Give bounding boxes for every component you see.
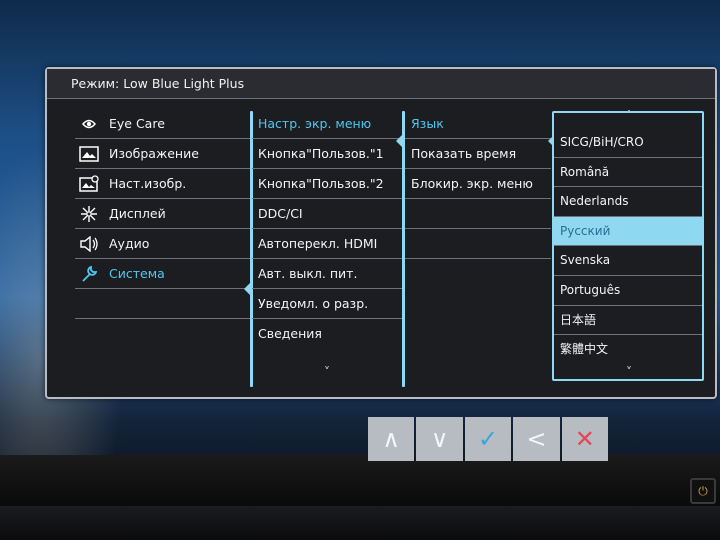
submenu-item-resolution-notice[interactable]: Уведомл. о разр. [252, 289, 402, 319]
menu-item-label: Eye Care [109, 116, 165, 131]
language-label: Português [560, 282, 621, 297]
osd-menu: Режим: Low Blue Light Plus Eye Care Изоб… [45, 67, 717, 399]
submenu-item-label: Уведомл. о разр. [258, 296, 369, 311]
option-label: Показать время [411, 146, 517, 161]
language-option[interactable]: Svenska [554, 246, 702, 276]
language-label: 繁體中文 [560, 342, 609, 357]
submenu-item-label: Сведения [258, 326, 322, 341]
osd-control-buttons: ∧ ∨ ✓ < ✕ [368, 417, 609, 461]
language-label: Nederlands [560, 194, 629, 209]
submenu-item-label: Автоперекл. HDMI [258, 236, 378, 251]
language-option[interactable]: Português [554, 276, 702, 306]
language-label: Русский [560, 223, 611, 238]
close-icon: ✕ [574, 425, 595, 453]
power-button-icon[interactable]: ⏻ [690, 478, 716, 504]
language-label: 日本語 [560, 312, 597, 327]
language-option[interactable]: SICG/BiH/CRO [554, 128, 702, 158]
mode-label: Режим: [71, 76, 120, 91]
submenu-item-auto-power-off[interactable]: Авт. выкл. пит. [252, 259, 402, 289]
up-button[interactable]: ∧ [368, 417, 415, 461]
menu-item-picture[interactable]: Изображение [75, 139, 253, 169]
language-label: Română [560, 164, 610, 179]
check-icon: ✓ [477, 425, 499, 453]
option-language[interactable]: Язык [405, 109, 551, 139]
option-empty [405, 229, 551, 259]
option-display-time[interactable]: Показать время [405, 139, 551, 169]
picture-advanced-icon [79, 174, 99, 194]
language-label: SICG/BiH/CRO [560, 135, 644, 149]
picture-icon [79, 144, 99, 164]
submenu-item-label: Кнопка"Пользов."1 [258, 146, 384, 161]
language-label: Svenska [560, 253, 611, 268]
option-label: Язык [411, 116, 444, 131]
monitor-base-strip [0, 506, 720, 540]
option-label: Блокир. экр. меню [411, 176, 533, 191]
menu-item-display[interactable]: Дисплей [75, 199, 253, 229]
submenu-item-ddc-ci[interactable]: DDC/CI [252, 199, 402, 229]
osd-settings-submenu: Язык Показать время Блокир. экр. меню [405, 109, 551, 381]
confirm-button[interactable]: ✓ [464, 417, 512, 461]
submenu-item-custom-key-2[interactable]: Кнопка"Пользов."2 [252, 169, 402, 199]
scroll-down-icon[interactable]: ˅ [317, 365, 337, 379]
language-option[interactable]: Nederlands [554, 187, 702, 217]
selection-pointer [396, 135, 402, 147]
submenu-item-auto-hdmi[interactable]: Автоперекл. HDMI [252, 229, 402, 259]
chevron-left-icon: < [526, 425, 547, 453]
menu-item-system[interactable]: Система [75, 259, 253, 289]
language-option-selected[interactable]: Русский [554, 216, 702, 247]
language-option[interactable]: Română [554, 158, 702, 188]
option-osd-lock[interactable]: Блокир. экр. меню [405, 169, 551, 199]
down-button[interactable]: ∨ [416, 417, 463, 461]
menu-item-label: Изображение [109, 146, 199, 161]
wrench-icon [79, 264, 99, 284]
exit-button[interactable]: ✕ [561, 417, 609, 461]
menu-item-eye-care[interactable]: Eye Care [75, 109, 253, 139]
submenu-item-label: DDC/CI [258, 206, 303, 221]
menu-item-empty [75, 289, 253, 319]
system-submenu: Настр. экр. меню Кнопка"Пользов."1 Кнопк… [252, 109, 402, 381]
submenu-item-label: Авт. выкл. пит. [258, 266, 358, 281]
menu-item-label: Система [109, 266, 165, 281]
submenu-item-label: Кнопка"Пользов."2 [258, 176, 384, 191]
mode-value: Low Blue Light Plus [123, 76, 245, 91]
speaker-icon [79, 234, 99, 254]
language-option[interactable]: 日本語 [554, 306, 702, 336]
menu-item-label: Наст.изобр. [109, 176, 187, 191]
osd-header: Режим: Low Blue Light Plus [47, 69, 715, 99]
menu-item-label: Аудио [109, 236, 150, 251]
chevron-up-icon: ∧ [382, 425, 400, 453]
menu-item-label: Дисплей [109, 206, 166, 221]
language-list: SICG/BiH/CRO Română Nederlands Русский S… [552, 111, 704, 381]
scroll-down-icon[interactable]: ˅ [619, 365, 639, 379]
submenu-item-custom-key-1[interactable]: Кнопка"Пользов."1 [252, 139, 402, 169]
chevron-down-icon: ∨ [430, 425, 449, 453]
main-menu: Eye Care Изображение Наст.изобр. Дисплей… [75, 109, 253, 381]
option-empty [405, 199, 551, 229]
menu-item-audio[interactable]: Аудио [75, 229, 253, 259]
display-icon [79, 204, 99, 224]
language-option[interactable]: 繁體中文 [554, 335, 702, 365]
eye-care-icon [79, 114, 99, 134]
selection-pointer [244, 283, 250, 295]
submenu-item-information[interactable]: Сведения [252, 319, 402, 349]
back-button[interactable]: < [513, 417, 560, 461]
submenu-item-osd-settings[interactable]: Настр. экр. меню [252, 109, 402, 139]
menu-item-picture-advanced[interactable]: Наст.изобр. [75, 169, 253, 199]
submenu-item-label: Настр. экр. меню [258, 116, 372, 131]
